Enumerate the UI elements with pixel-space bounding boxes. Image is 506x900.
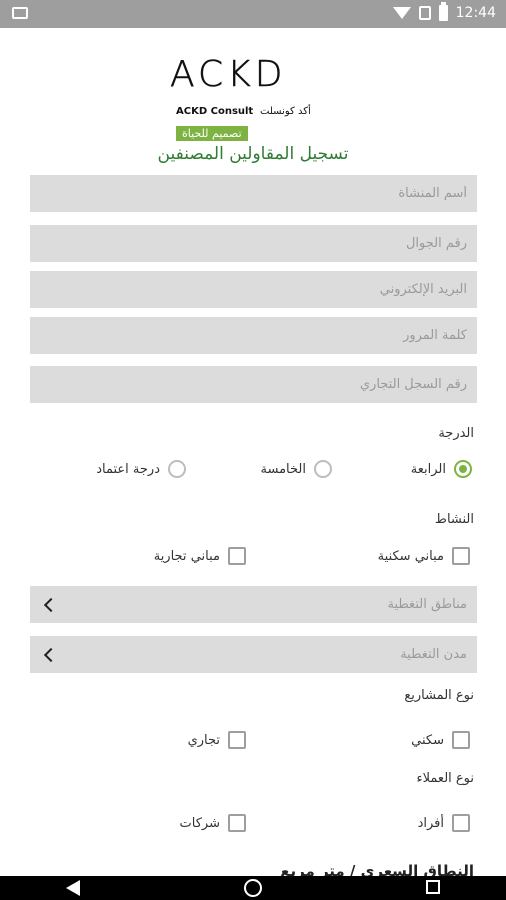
cr-number-input[interactable] — [30, 366, 477, 403]
activity-option-label: مباني تجارية — [153, 548, 220, 564]
client-type-option-companies[interactable]: شركات — [180, 814, 246, 832]
project-type-option-label: تجاري — [187, 732, 220, 748]
establishment-name-field[interactable] — [30, 175, 477, 212]
chevron-left-icon — [43, 647, 59, 662]
client-type-option-label: أفراد — [417, 815, 444, 831]
mobile-field[interactable] — [30, 225, 477, 262]
logo-name-en: ACKD Consult — [176, 106, 254, 117]
coverage-cities-select[interactable]: مدن التغطية — [30, 636, 477, 673]
grade-option-fifth[interactable]: الخامسة — [261, 460, 332, 478]
mobile-input[interactable] — [30, 225, 477, 262]
establishment-name-input[interactable] — [30, 175, 477, 212]
password-input[interactable] — [30, 317, 477, 354]
price-range-label: النطاق السعري / متر مربع — [280, 862, 474, 876]
battery-icon — [438, 2, 448, 21]
activity-option-commercial[interactable]: مباني تجارية — [154, 547, 246, 565]
coverage-cities-label: مدن التغطية — [400, 647, 467, 662]
checkbox-icon[interactable] — [452, 731, 470, 749]
checkbox-icon[interactable] — [228, 547, 246, 565]
grade-option-label: الخامسة — [260, 461, 306, 477]
recent-apps-icon[interactable] — [426, 880, 440, 894]
project-type-option-residential[interactable]: سكني — [411, 731, 470, 749]
back-icon[interactable] — [66, 880, 80, 896]
coverage-regions-select[interactable]: مناطق التغطية — [30, 586, 477, 623]
logo-tagline: تصميم للحياة — [176, 126, 248, 141]
checkbox-icon[interactable] — [228, 814, 246, 832]
ackd-logo: ACKD ACKD Consult أكد كونسلت تصميم للحيا… — [170, 54, 335, 146]
page-title: تسجيل المقاولين المصنفين — [157, 144, 349, 164]
activity-label: النشاط — [434, 512, 474, 527]
home-icon[interactable] — [244, 879, 262, 897]
notification-icon — [12, 7, 28, 19]
radio-checked-icon[interactable] — [454, 460, 472, 478]
project-type-option-label: سكني — [411, 732, 444, 748]
client-type-option-individuals[interactable]: أفراد — [418, 814, 470, 832]
grade-option-accreditation[interactable]: درجة اعتماد — [96, 460, 186, 478]
checkbox-icon[interactable] — [228, 731, 246, 749]
checkbox-icon[interactable] — [452, 547, 470, 565]
client-type-label: نوع العملاء — [416, 771, 474, 786]
activity-option-label: مباني سكنية — [377, 548, 444, 564]
registration-form: ACKD ACKD Consult أكد كونسلت تصميم للحيا… — [0, 28, 506, 876]
logo-brand: ACKD — [170, 54, 287, 96]
grade-label: الدرجة — [438, 426, 474, 441]
email-input[interactable] — [30, 271, 477, 308]
password-field[interactable] — [30, 317, 477, 354]
project-type-label: نوع المشاريع — [404, 688, 474, 703]
grade-option-fourth[interactable]: الرابعة — [411, 460, 472, 478]
grade-option-label: درجة اعتماد — [96, 461, 160, 477]
grade-option-label: الرابعة — [410, 461, 446, 477]
email-field[interactable] — [30, 271, 477, 308]
cr-number-field[interactable] — [30, 366, 477, 403]
chevron-left-icon — [43, 597, 59, 612]
logo-name-ar: أكد كونسلت — [260, 106, 311, 117]
status-time: 12:44 — [455, 5, 496, 21]
checkbox-icon[interactable] — [452, 814, 470, 832]
status-bar: 12:44 — [0, 0, 506, 28]
navigation-bar — [0, 876, 506, 900]
status-icons: 12:44 — [392, 2, 496, 21]
radio-icon[interactable] — [168, 460, 186, 478]
sim-icon — [418, 6, 431, 20]
coverage-regions-label: مناطق التغطية — [387, 597, 468, 612]
client-type-option-label: شركات — [179, 815, 220, 831]
wifi-icon — [392, 7, 411, 19]
activity-option-residential[interactable]: مباني سكنية — [378, 547, 470, 565]
radio-icon[interactable] — [314, 460, 332, 478]
project-type-option-commercial[interactable]: تجاري — [188, 731, 246, 749]
